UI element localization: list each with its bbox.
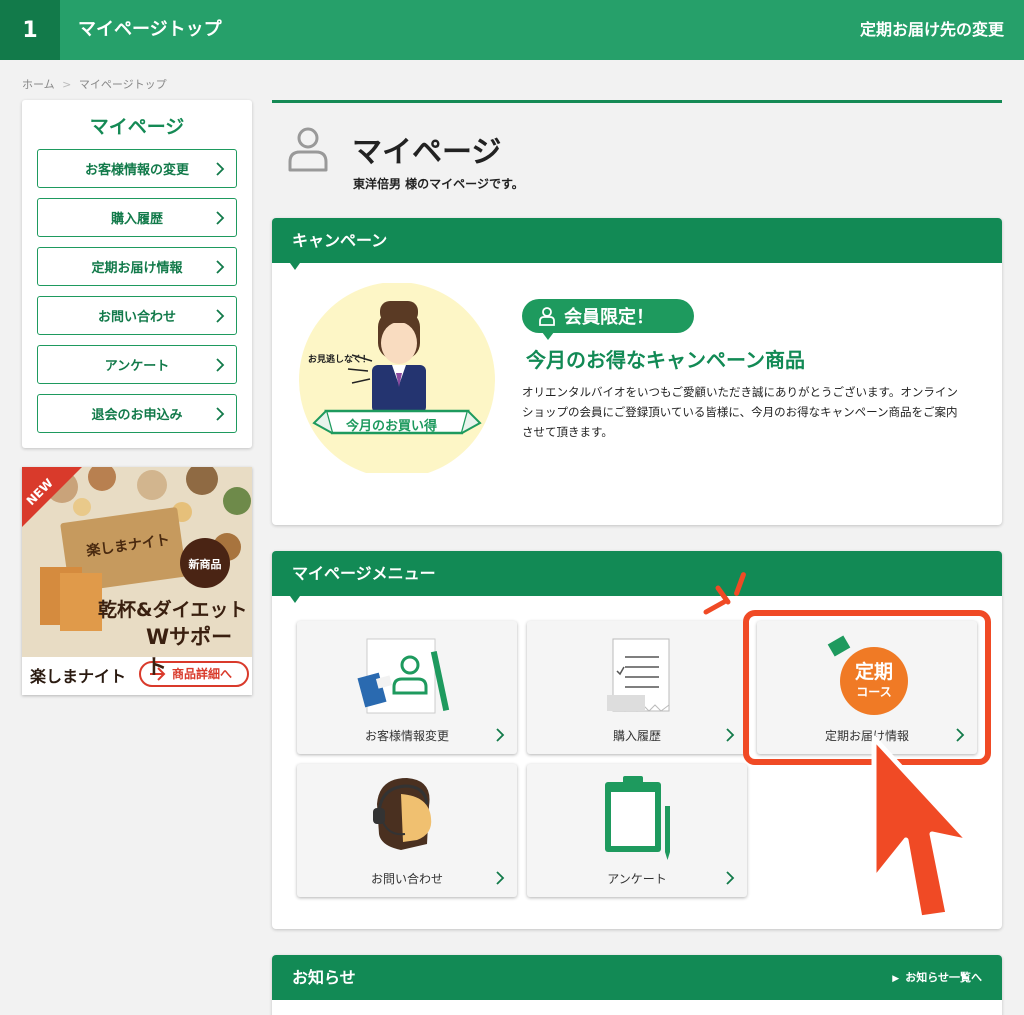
sidebar-item-survey[interactable]: アンケート <box>37 345 237 384</box>
attention-marks <box>703 572 746 615</box>
headset-operator-icon <box>373 778 432 850</box>
sidebar-item-label: 退会のお申込み <box>91 408 183 423</box>
sidebar-item-label: 購入履歴 <box>110 212 163 227</box>
campaign-ribbon-text: 今月のお買い得 <box>346 419 438 434</box>
pointer-arrow-icon <box>871 735 973 920</box>
chevron-right-icon <box>726 728 735 742</box>
page-title: マイページ <box>352 135 502 170</box>
chevron-right-icon <box>216 162 225 176</box>
tile-label: アンケート <box>607 872 667 886</box>
badge-tail <box>542 332 554 340</box>
top-bar: 1 マイページトップ 定期お届け先の変更 <box>0 0 1024 60</box>
new-product-banner[interactable]: NEW 楽しまナイト 新商品 乾杯&ダイエット Wサポート 楽しまナイト 商品詳… <box>22 467 252 695</box>
menu-tile-purchase-history[interactable]: 購入履歴 <box>527 621 747 754</box>
top-bar-right-link[interactable]: 定期お届け先の変更 <box>860 0 1004 60</box>
sidebar-item-subscription[interactable]: 定期お届け情報 <box>37 247 237 286</box>
campaign-panel-header: キャンペーン <box>272 218 1002 270</box>
header-tip <box>290 263 300 270</box>
menu-tile-customer-info[interactable]: お客様情報変更 <box>297 621 517 754</box>
campaign-illustration[interactable] <box>292 283 512 473</box>
menu-panel-header: マイページメニュー <box>272 551 1002 603</box>
customer-info-icon <box>357 638 450 714</box>
breadcrumb-current: マイページトップ <box>78 78 167 91</box>
sidebar-item-label: お問い合わせ <box>97 310 176 325</box>
user-icon <box>288 127 328 172</box>
tile-label: お客様情報変更 <box>364 729 449 743</box>
campaign-title[interactable]: 今月のお得なキャンペーン商品 <box>526 344 805 373</box>
chevron-right-icon <box>216 260 225 274</box>
sidebar-item-label: 定期お届け情報 <box>91 261 183 276</box>
chevron-right-icon <box>216 211 225 225</box>
campaign-panel-title: キャンペーン <box>292 231 388 250</box>
campaign-description: オリエンタルバイオをいつもご愛顧いただき誠にありがとうございます。オンラインショ… <box>522 385 958 439</box>
page-subtitle: 東洋倍男 様のマイページです。 <box>353 177 524 191</box>
main-top-rule <box>272 100 1002 103</box>
caret-right-icon: ▶ <box>892 974 900 984</box>
sidebar-menu: マイページ お客様情報の変更 購入履歴 定期お届け情報 お問い合わせ アンケート… <box>22 100 252 448</box>
header-tip <box>290 596 300 603</box>
step-number: 1 <box>0 0 60 60</box>
banner-cta-button[interactable]: 商品詳細へ <box>172 665 232 682</box>
sidebar-item-contact[interactable]: お問い合わせ <box>37 296 237 335</box>
sidebar-item-purchase-history[interactable]: 購入履歴 <box>37 198 237 237</box>
chevron-right-icon <box>496 871 505 885</box>
person-icon <box>539 307 555 326</box>
chevron-right-icon <box>216 407 225 421</box>
banner-product-name: 楽しまナイト <box>30 667 127 686</box>
news-panel-title: お知らせ <box>292 968 356 987</box>
news-list-link[interactable]: ▶ お知らせ一覧へ <box>892 955 982 1000</box>
banner-new-product-label: 新商品 <box>188 558 222 571</box>
menu-tile-survey[interactable]: アンケート <box>527 764 747 897</box>
breadcrumb-home[interactable]: ホーム <box>22 78 55 91</box>
sidebar-item-customer-info[interactable]: お客様情報の変更 <box>37 149 237 188</box>
members-only-badge: 会員限定！ <box>522 299 694 340</box>
campaign-panel: キャンペーン お見逃しなく！ 今月のお買い得 会員限定！ 今月のお得なキャンペー… <box>272 218 1002 525</box>
news-list-link-label: お知らせ一覧へ <box>905 971 982 984</box>
campaign-bubble-text: お見逃しなく！ <box>308 355 372 365</box>
breadcrumb-separator: > <box>62 78 72 91</box>
menu-tile-contact[interactable]: お問い合わせ <box>297 764 517 897</box>
members-only-label: 会員限定！ <box>564 307 654 328</box>
banner-headline-1: 乾杯&ダイエット <box>98 599 248 621</box>
chevron-right-icon <box>726 871 735 885</box>
sidebar-title: マイページ <box>89 116 185 138</box>
tile-label: 購入履歴 <box>612 729 661 743</box>
chevron-right-icon <box>216 309 225 323</box>
news-panel: お知らせ ▶ お知らせ一覧へ <box>272 955 1002 1015</box>
sidebar-item-label: アンケート <box>104 359 170 374</box>
tile-label: お問い合わせ <box>370 872 443 886</box>
menu-panel-title: マイページメニュー <box>292 564 436 583</box>
sidebar-item-withdraw[interactable]: 退会のお申込み <box>37 394 237 433</box>
breadcrumb: ホーム > マイページトップ <box>22 76 167 92</box>
clipboard-icon <box>605 776 670 860</box>
chevron-right-icon <box>216 358 225 372</box>
receipt-icon <box>607 638 670 712</box>
sidebar-item-label: お客様情報の変更 <box>84 163 189 178</box>
top-bar-title: マイページトップ <box>78 19 222 40</box>
chevron-right-icon <box>496 728 505 742</box>
